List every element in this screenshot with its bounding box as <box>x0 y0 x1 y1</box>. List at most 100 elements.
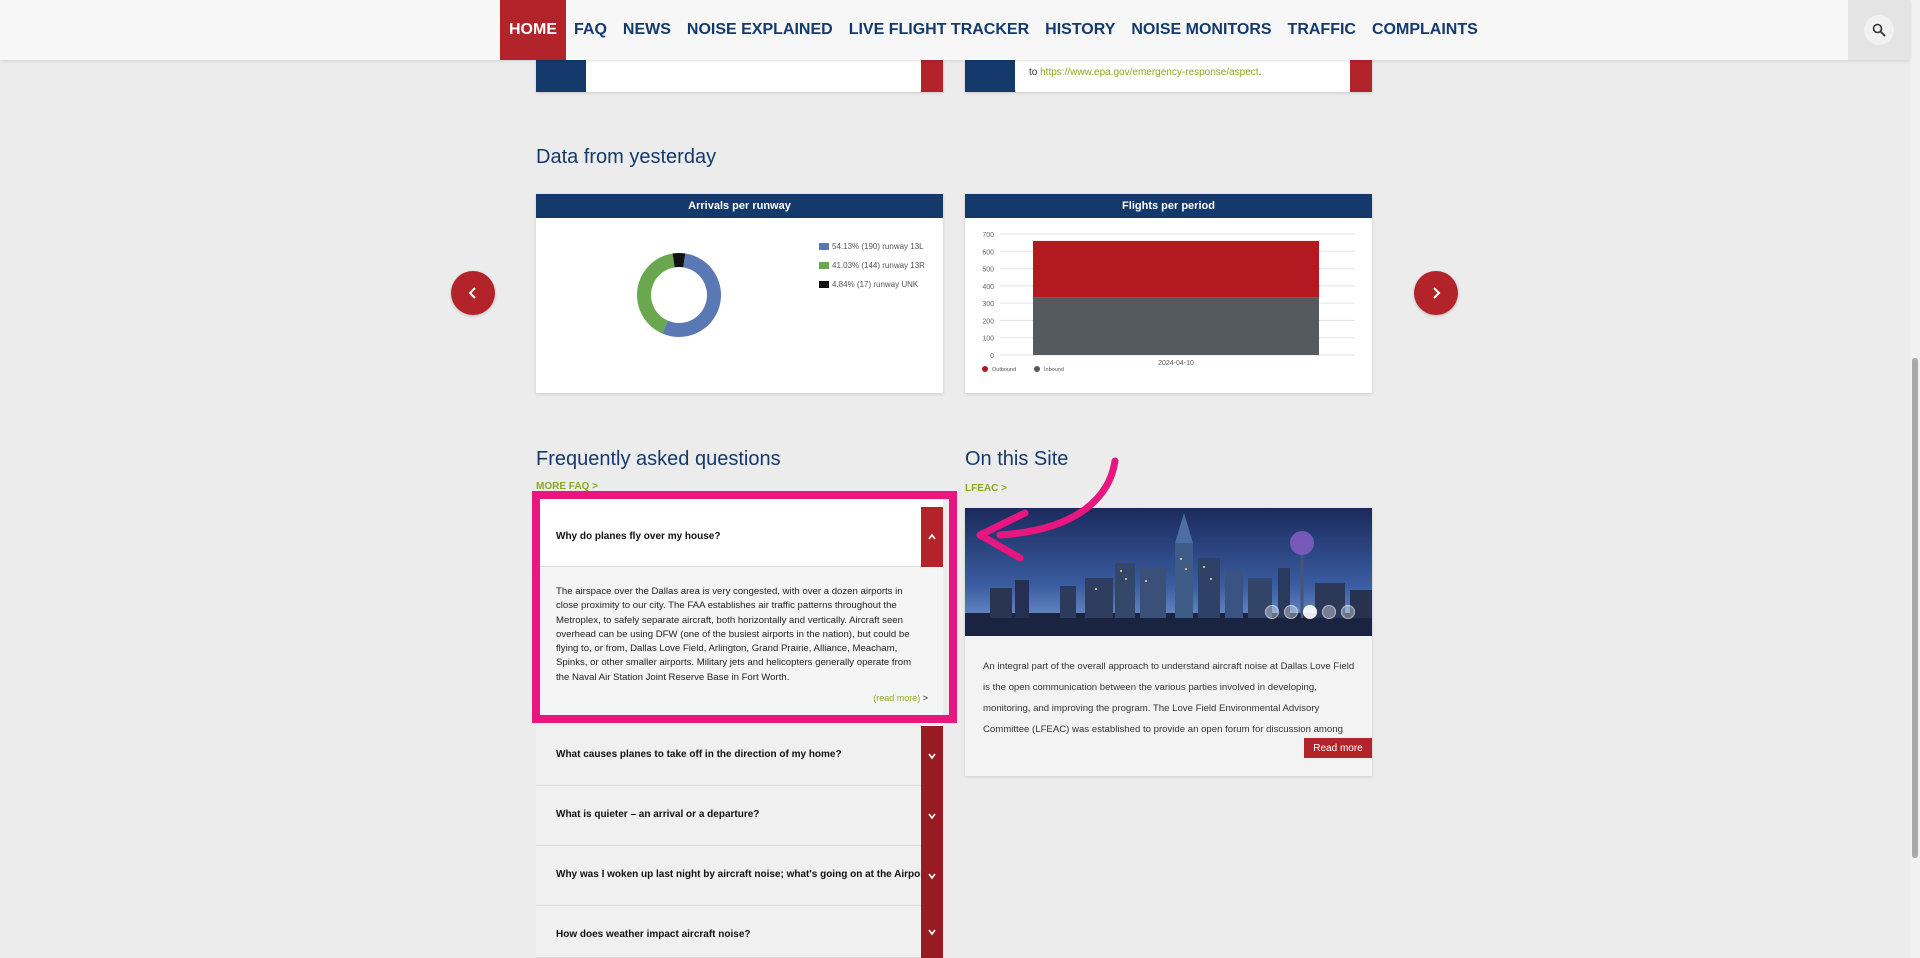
y-tick-label: 500 <box>982 267 994 274</box>
card-stub-left <box>536 60 943 92</box>
carousel-dot[interactable] <box>1265 605 1279 619</box>
legend-label: 4.84% (17) runway UNK <box>832 280 919 289</box>
page-scrollbar[interactable] <box>1910 0 1920 958</box>
legend-item[interactable]: 54.13% (190) runway 13L <box>819 242 924 251</box>
y-tick-label: 600 <box>982 249 994 256</box>
carousel-dot[interactable] <box>1341 605 1355 619</box>
legend-label: 41.03% (144) runway 13R <box>832 261 925 270</box>
more-faq-link[interactable]: MORE FAQ > <box>536 481 598 492</box>
faq-question: Why was I woken up last night by aircraf… <box>556 869 934 880</box>
faq-answer-text: The airspace over the Dallas area is ver… <box>556 586 912 683</box>
nav-item-history[interactable]: HISTORY <box>1037 0 1123 60</box>
faq-read-more[interactable]: (read more) > <box>873 693 928 703</box>
arrivals-chart-card: Arrivals per runway 54.13% (190) runway … <box>536 194 943 393</box>
legend-swatch <box>819 281 829 288</box>
faq-question: What causes planes to take off in the di… <box>556 749 842 760</box>
faq-item[interactable]: What causes planes to take off in the di… <box>536 726 943 786</box>
carousel-dot[interactable] <box>1322 605 1336 619</box>
chevron-down-icon <box>928 813 936 820</box>
card-stub-right: to https://www.epa.gov/emergency-respons… <box>965 60 1372 92</box>
faq-expand-button[interactable] <box>921 786 943 846</box>
y-tick-label: 200 <box>982 318 994 325</box>
flights-chart-body: 0 100 200 300 400 500 600 700 2024-04-10 Outbound… <box>965 218 1372 393</box>
faq-item[interactable]: Why was I woken up last night by aircraf… <box>536 846 943 906</box>
legend-item[interactable]: 41.03% (144) runway 13R <box>819 261 925 270</box>
chevron-left-icon <box>468 287 476 299</box>
data-section-title: Data from yesterday <box>536 146 717 168</box>
search-icon <box>1872 23 1886 37</box>
faq-question: Why do planes fly over my house? <box>556 531 721 542</box>
y-tick-label: 400 <box>982 284 994 291</box>
faq-question: What is quieter – an arrival or a depart… <box>556 809 760 820</box>
flights-bar-chart: 0 100 200 300 400 500 600 700 2024-04-10 Outbound… <box>982 232 1355 373</box>
legend-swatch <box>1034 366 1040 372</box>
arrivals-chart-title: Arrivals per runway <box>536 194 943 218</box>
y-tick-label: 100 <box>982 336 994 343</box>
search-button[interactable] <box>1864 15 1894 45</box>
faq-expand-button[interactable] <box>921 846 943 906</box>
chevron-down-icon <box>928 873 936 880</box>
chevron-down-icon <box>928 929 936 936</box>
nav-item-live-flight-tracker[interactable]: LIVE FLIGHT TRACKER <box>841 0 1037 60</box>
epa-link[interactable]: https://www.epa.gov/emergency-response/a… <box>1040 67 1258 78</box>
faq-section-title: Frequently asked questions <box>536 448 781 470</box>
faq-item-open: Why do planes fly over my house? The air… <box>536 495 943 715</box>
faq-answer-panel: The airspace over the Dallas area is ver… <box>536 567 943 715</box>
card-stub-red-tab[interactable] <box>921 60 943 92</box>
nav-item-home[interactable]: HOME <box>500 0 566 60</box>
bar-segment[interactable] <box>1033 297 1319 355</box>
faq-item[interactable]: How does weather impact aircraft noise? <box>536 906 943 958</box>
legend-label: Inbound <box>1044 367 1064 373</box>
site-section-title: On this Site <box>965 448 1069 470</box>
legend-label: 54.13% (190) runway 13L <box>832 242 924 251</box>
legend-item[interactable]: 4.84% (17) runway UNK <box>819 280 918 289</box>
legend-label: Outbound <box>992 367 1016 373</box>
read-more-button[interactable]: Read more <box>1304 738 1372 758</box>
legend-swatch <box>982 366 988 372</box>
bar-segment[interactable] <box>1033 240 1319 298</box>
nav-item-news[interactable]: NEWS <box>615 0 679 60</box>
nav-menu: HOME FAQ NEWS NOISE EXPLAINED LIVE FLIGH… <box>500 0 1486 60</box>
chevron-down-icon <box>928 753 936 760</box>
nav-item-noise-explained[interactable]: NOISE EXPLAINED <box>679 0 841 60</box>
nav-item-traffic[interactable]: TRAFFIC <box>1280 0 1364 60</box>
faq-expand-button[interactable] <box>921 726 943 786</box>
flights-chart-title: Flights per period <box>965 194 1372 218</box>
carousel-prev-button[interactable] <box>451 271 495 315</box>
carousel-dot-active[interactable] <box>1303 605 1317 619</box>
arrivals-chart-body: 54.13% (190) runway 13L 41.03% (144) runw… <box>536 218 943 393</box>
faq-question: How does weather impact aircraft noise? <box>556 929 751 940</box>
top-navbar: HOME FAQ NEWS NOISE EXPLAINED LIVE FLIGH… <box>0 0 1910 60</box>
legend-swatch <box>819 262 829 269</box>
epa-link-suffix: . <box>1258 67 1262 78</box>
card-stub-blue-tab <box>965 60 1015 92</box>
nav-item-noise-monitors[interactable]: NOISE MONITORS <box>1123 0 1279 60</box>
faq-expand-button[interactable] <box>921 906 943 958</box>
faq-collapse-button[interactable] <box>921 507 943 567</box>
faq-question-header[interactable]: Why do planes fly over my house? <box>536 507 943 567</box>
flights-chart-card: Flights per period 0 100 200 300 400 500 600 70… <box>965 194 1372 393</box>
y-tick-label: 300 <box>982 301 994 308</box>
site-carousel-card: An integral part of the overall approach… <box>965 508 1372 776</box>
read-more-link[interactable]: (read more) <box>873 693 920 703</box>
read-more-arrow: > <box>920 693 928 703</box>
search-area <box>1848 0 1910 60</box>
carousel-dot[interactable] <box>1284 605 1298 619</box>
carousel-next-button[interactable] <box>1414 271 1458 315</box>
card-stub-blue-tab <box>536 60 586 92</box>
faq-item[interactable]: What is quieter – an arrival or a depart… <box>536 786 943 846</box>
scrollbar-thumb[interactable] <box>1912 358 1918 858</box>
x-tick-label: 2024-04-10 <box>1158 360 1194 367</box>
epa-link-prefix: to <box>1029 67 1041 78</box>
nav-item-faq[interactable]: FAQ <box>566 0 615 60</box>
chevron-right-icon <box>1433 287 1441 299</box>
lfeac-link[interactable]: LFEAC > <box>965 483 1007 494</box>
legend-swatch <box>819 243 829 250</box>
donut-slice[interactable] <box>672 253 686 268</box>
nav-item-complaints[interactable]: COMPLAINTS <box>1364 0 1486 60</box>
y-tick-label: 0 <box>990 353 994 360</box>
card-stub-red-tab[interactable] <box>1350 60 1372 92</box>
dallas-skyline-image <box>965 508 1372 636</box>
y-tick-label: 700 <box>982 232 994 239</box>
chevron-up-icon <box>928 533 936 540</box>
